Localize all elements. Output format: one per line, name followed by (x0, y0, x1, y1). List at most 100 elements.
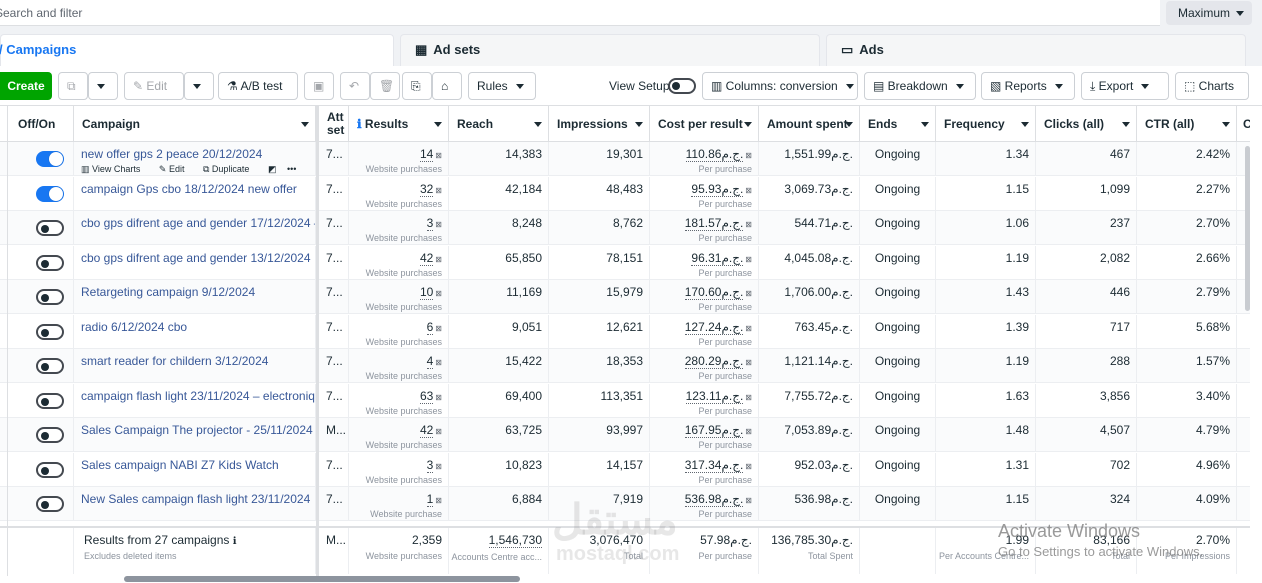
campaign-toggle[interactable] (36, 392, 64, 409)
table-row[interactable]: campaign Gps cbo 18/12/2024 new offer 7.… (0, 176, 1250, 211)
delete-button[interactable]: 🗑 (370, 72, 400, 100)
duplicate-menu-button[interactable] (88, 72, 118, 100)
campaign-name-link[interactable]: New Sales campaign flash light 23/11/202… (81, 492, 315, 506)
breakdown-button[interactable]: ▤ Breakdown (864, 72, 976, 100)
campaign-name-cell: cbo gps difrent age and gender 13/12/202… (74, 245, 316, 280)
maximum-select[interactable]: Maximum (1166, 1, 1252, 25)
table-row[interactable]: radio 6/12/2024 cbo 7... 6 ⊠ Website purc… (0, 314, 1250, 349)
ends-cell: Ongoing (860, 314, 936, 349)
campaign-toggle[interactable] (36, 496, 64, 512)
vertical-scrollbar[interactable] (1245, 146, 1250, 311)
create-button[interactable]: Create (0, 72, 52, 100)
tab-ad-sets[interactable]: ▦ Ad sets (400, 34, 820, 66)
horizontal-scrollbar[interactable] (124, 576, 520, 582)
col-off-on[interactable]: Off/On (8, 106, 74, 142)
expand-icon: ⊠ (745, 461, 752, 471)
tab-campaigns[interactable]: / Campaigns (0, 34, 394, 66)
col-ends[interactable]: Ends (860, 106, 936, 142)
footer-summary: Results from 27 campaigns ℹ Excludes del… (74, 528, 316, 574)
frozen-column-divider[interactable] (316, 106, 319, 576)
edit-button[interactable]: ✎ Edit (124, 72, 184, 100)
archive-button[interactable]: ▣ (304, 72, 334, 100)
row-select-gutter (0, 106, 8, 576)
table-row[interactable]: Retargeting campaign 9/12/2024 7... 10 ⊠ … (0, 280, 1250, 314)
campaign-name-link[interactable]: cbo gps difrent age and gender 13/12/202… (81, 251, 315, 265)
col-impressions[interactable]: Impressions (549, 106, 650, 142)
toggle-cell (8, 314, 74, 349)
col-ctr-all[interactable]: CTR (all) (1137, 106, 1237, 142)
campaign-name-link[interactable]: smart reader for childern 3/12/2024 (81, 354, 315, 368)
table-row[interactable]: campaign flash light 23/11/2024 – electr… (0, 383, 1250, 418)
col-attribution[interactable]: Att set (319, 106, 349, 142)
rules-button[interactable]: Rules (468, 72, 536, 100)
col-campaign[interactable]: Campaign (74, 106, 316, 142)
impressions-cell: 19,301 (549, 142, 650, 176)
preview-button[interactable]: ⎘ (402, 72, 432, 100)
tab-ads[interactable]: ▭ Ads (826, 34, 1246, 66)
campaign-toggle[interactable] (36, 427, 64, 443)
impressions-cell: 48,483 (549, 176, 650, 211)
campaign-toggle[interactable] (36, 151, 64, 167)
ends-cell: Ongoing (860, 487, 936, 521)
campaign-name-link[interactable]: cbo gps difrent age and gender 17/12/202… (81, 216, 315, 230)
toggle-cell (8, 176, 74, 211)
col-amount-spent[interactable]: Amount spent (759, 106, 860, 142)
campaign-toggle[interactable] (36, 289, 64, 305)
more-link[interactable]: ••• (287, 164, 296, 174)
campaign-name-link[interactable]: campaign flash light 23/11/2024 – electr… (81, 389, 315, 403)
report-icon: ▧ (990, 79, 1005, 93)
ab-test-button[interactable]: ⚗ A/B test (218, 72, 298, 100)
campaign-name-cell: campaign Gps cbo 18/12/2024 new offer (74, 176, 316, 211)
search-input[interactable]: Search and filter (0, 0, 1160, 26)
results-cell: 42 ⊠ Website purchases (349, 418, 449, 452)
campaign-name-link[interactable]: new offer gps 2 peace 20/12/2024 (81, 147, 315, 161)
col-reach[interactable]: Reach (449, 106, 549, 142)
table-row[interactable]: smart reader for childern 3/12/2024 7...… (0, 349, 1250, 383)
campaign-name-link[interactable]: Sales Campaign The projector - 25/11/202… (81, 423, 315, 437)
campaign-toggle[interactable] (36, 185, 64, 202)
campaign-toggle[interactable] (36, 220, 64, 236)
charts-button[interactable]: ⬚ Charts (1175, 72, 1249, 100)
campaign-name-link[interactable]: radio 6/12/2024 cbo (81, 320, 315, 334)
table-header: Off/On Campaign Att set ℹ Results Reach … (0, 106, 1250, 142)
table-row[interactable]: Sales campaign NABI Z7 Kids Watch 7... 3… (0, 452, 1250, 487)
pin-icon[interactable]: ◩ (268, 164, 277, 174)
results-cell: 4 ⊠ Website purchases (349, 349, 449, 383)
campaign-name-link[interactable]: Retargeting campaign 9/12/2024 (81, 285, 315, 299)
campaign-toggle[interactable] (36, 323, 64, 340)
campaign-toggle[interactable] (36, 254, 64, 271)
col-cost-per-result[interactable]: Cost per result (650, 106, 759, 142)
edit-menu-button[interactable] (184, 72, 214, 100)
cost-per-result-cell: 170.60ج.م. ⊠ Per purchase (650, 280, 759, 314)
campaign-name-link[interactable]: campaign Gps cbo 18/12/2024 new offer (81, 182, 315, 196)
duplicate-link[interactable]: ⧉ Duplicate (203, 164, 257, 174)
reach-cell: 14,383 (449, 142, 549, 176)
expand-icon: ⊠ (435, 427, 442, 436)
table-row[interactable]: cbo gps difrent age and gender 13/12/202… (0, 245, 1250, 280)
cost-per-result-cell: 280.29ج.م. ⊠ Per purchase (650, 349, 759, 383)
view-charts-link[interactable]: ▥ View Charts (81, 164, 148, 174)
activate-windows-notice: Activate Windows Go to Settings to activ… (998, 521, 1204, 559)
results-cell: 10 ⊠ Website purchases (349, 280, 449, 314)
col-frequency[interactable]: Frequency (936, 106, 1036, 142)
cost-per-result-cell: 167.95ج.م. ⊠ Per purchase (650, 418, 759, 452)
campaign-toggle[interactable] (36, 461, 64, 478)
export-button[interactable]: ⤓ Export (1081, 72, 1169, 100)
table-row[interactable]: Sales Campaign The projector - 25/11/202… (0, 418, 1250, 452)
col-results[interactable]: ℹ Results (349, 106, 449, 142)
duplicate-button[interactable]: ⧉ (58, 72, 88, 100)
tag-button[interactable]: ⌂ (432, 72, 462, 100)
view-setup-toggle[interactable] (668, 78, 696, 94)
columns-button[interactable]: ▥ Columns: conversion (702, 72, 858, 100)
toggle-cell (8, 280, 74, 314)
table-row[interactable]: new offer gps 2 peace 20/12/2024 ▥ View … (0, 142, 1250, 176)
undo-icon: ↶ (349, 79, 360, 93)
campaign-name-link[interactable]: Sales campaign NABI Z7 Kids Watch (81, 458, 315, 472)
reports-button[interactable]: ▧ Reports (981, 72, 1075, 100)
edit-link[interactable]: ✎ Edit (159, 164, 193, 174)
undo-button[interactable]: ↶ (340, 72, 370, 100)
cost-per-result-cell: 181.57ج.م. ⊠ Per purchase (650, 211, 759, 245)
campaign-toggle[interactable] (36, 358, 64, 374)
col-clicks-all[interactable]: Clicks (all) (1036, 106, 1137, 142)
table-row[interactable]: cbo gps difrent age and gender 17/12/202… (0, 211, 1250, 245)
